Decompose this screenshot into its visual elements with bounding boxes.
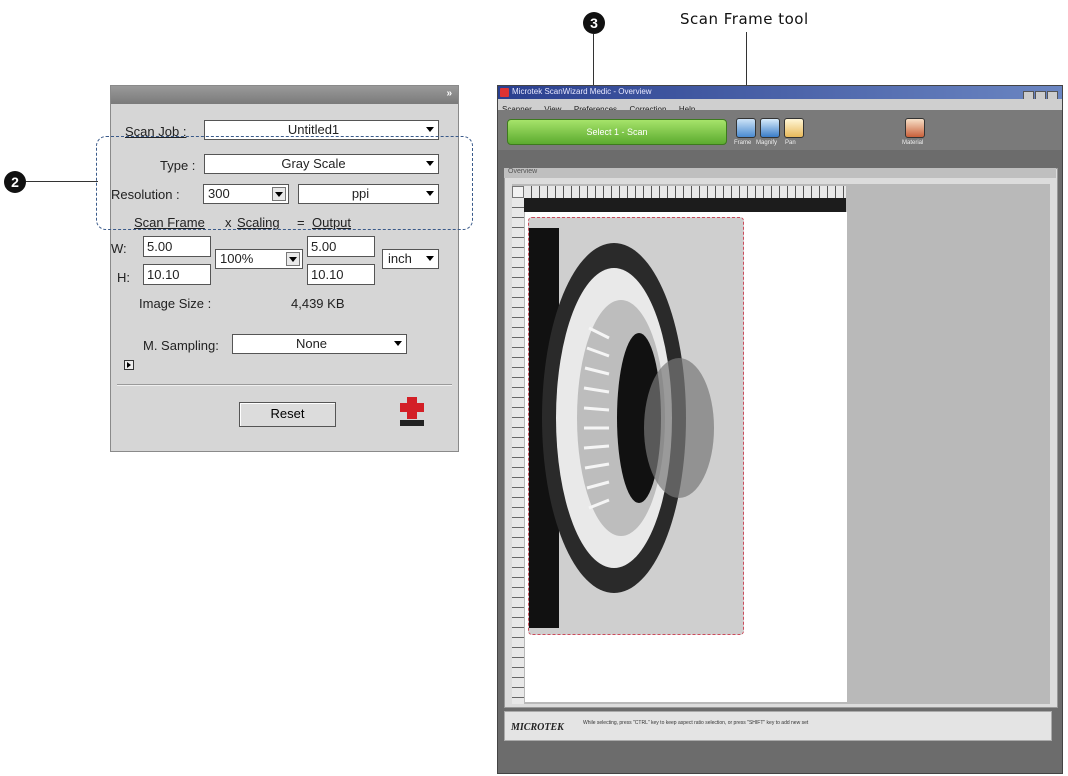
medical-cross-icon	[398, 397, 426, 427]
ruler-left	[512, 198, 524, 704]
pan-tool-icon[interactable]	[784, 118, 804, 138]
magnify-tool-label: Magnify	[756, 140, 778, 146]
microtek-logo: MICROTEK	[511, 722, 564, 733]
output-width-input[interactable]: 5.00	[307, 236, 375, 257]
preview-title: Overview	[504, 168, 1056, 178]
menu-bar: Scanner View Preferences Correction Help	[498, 99, 1062, 114]
chevron-down-icon	[286, 252, 300, 266]
status-hint-text: While selecting, press "CTRL" key to kee…	[583, 720, 809, 726]
select-scan-button[interactable]: Select 1 - Scan	[507, 119, 727, 145]
scanwizard-window: Microtek ScanWizard Medic - Overview Sca…	[497, 85, 1063, 774]
xray-image	[529, 218, 743, 634]
callout-badge-3: 3	[583, 12, 605, 34]
collapse-icon[interactable]: »	[446, 88, 452, 99]
scan-frame-tool-callout: Scan Frame tool	[680, 10, 809, 28]
callout-line-2	[26, 181, 98, 182]
frame-width-input[interactable]: 5.00	[143, 236, 211, 257]
callout-badge-2: 2	[4, 171, 26, 193]
chevron-down-icon	[426, 127, 434, 132]
callout-dashed-box	[96, 136, 473, 230]
frame-tool-label: Frame	[734, 140, 752, 146]
chevron-down-icon	[394, 341, 402, 346]
ruler-top-ticks	[524, 186, 846, 198]
scan-frame-tool-icon[interactable]	[736, 118, 756, 138]
expand-icon[interactable]	[124, 360, 134, 370]
unit-dropdown[interactable]: inch	[382, 249, 439, 269]
scaling-dropdown[interactable]: 100%	[215, 249, 303, 269]
toolbar: Select 1 - Scan Frame Magnify Pan Materi…	[498, 110, 1062, 150]
output-height-input[interactable]: 10.10	[307, 264, 375, 285]
panel-divider	[117, 384, 452, 386]
ruler-origin-button[interactable]	[512, 186, 524, 198]
window-titlebar: Microtek ScanWizard Medic - Overview	[498, 86, 1062, 101]
height-label: H:	[117, 270, 130, 285]
window-title: Microtek ScanWizard Medic - Overview	[512, 87, 652, 96]
m-sampling-value: None	[295, 336, 328, 351]
panel-titlebar: »	[111, 86, 458, 104]
scaling-value: 100%	[220, 251, 254, 266]
image-size-label: Image Size :	[139, 296, 212, 311]
pan-tool-label: Pan	[785, 140, 796, 146]
magnify-tool-icon[interactable]	[760, 118, 780, 138]
m-sampling-dropdown[interactable]: None	[232, 334, 407, 354]
unit-value: inch	[388, 251, 412, 266]
reset-button[interactable]: Reset	[239, 402, 336, 427]
m-sampling-label: M. Sampling:	[143, 338, 219, 353]
scan-frame-selection[interactable]	[528, 217, 744, 635]
width-label: W:	[111, 241, 127, 256]
material-tool-label: Material	[902, 140, 924, 146]
image-size-value: 4,439 KB	[291, 296, 345, 311]
material-tool-icon[interactable]	[905, 118, 925, 138]
frame-height-input[interactable]: 10.10	[143, 264, 211, 285]
app-icon	[500, 88, 509, 97]
status-bar: MICROTEK While selecting, press "CTRL" k…	[504, 711, 1052, 741]
chevron-down-icon	[426, 256, 434, 261]
